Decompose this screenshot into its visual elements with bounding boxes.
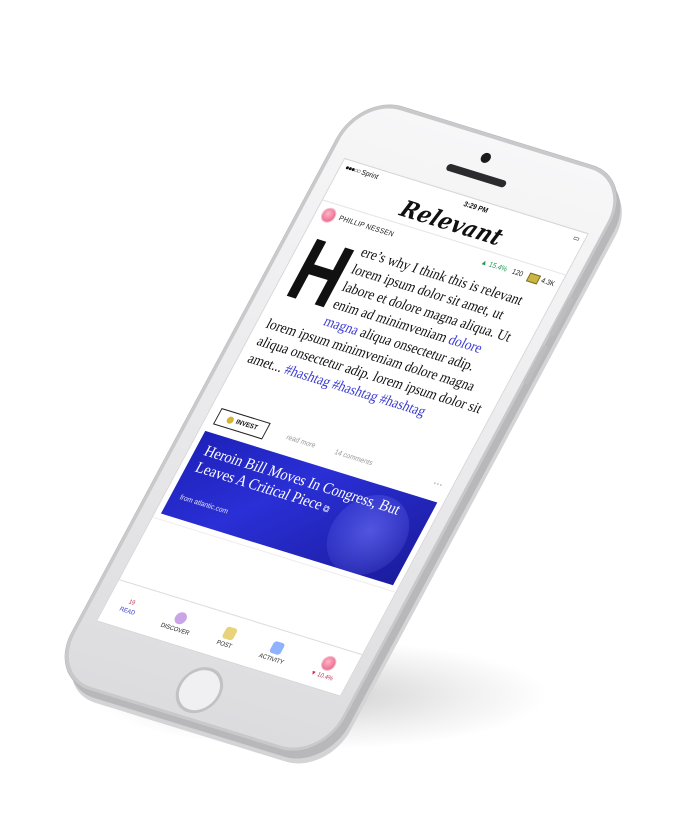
tab-profile[interactable]: ▼ 10.4% [309, 653, 343, 683]
comments-link[interactable]: 14 comments [333, 449, 374, 467]
tab-read-label: READ [118, 606, 137, 617]
tab-activity[interactable]: ACTIVITY [258, 638, 293, 666]
percent-change: ▲ 15.4% [479, 258, 509, 274]
tab-discover-label: DISCOVER [159, 622, 191, 637]
activity-icon [268, 640, 286, 655]
pencil-icon [221, 625, 239, 641]
tab-discover[interactable]: DISCOVER [159, 608, 198, 637]
read-badge: 19 [127, 598, 137, 607]
tab-read[interactable]: 19 READ [118, 597, 141, 617]
tab-post[interactable]: POST [215, 625, 240, 650]
profile-change: ▼ 10.4% [308, 669, 334, 683]
app-screen: ●●●○○ Sprint 3:29 PM ▭ Relevant PHILLIP … [95, 157, 589, 697]
front-camera [478, 151, 493, 165]
phone-body: ●●●○○ Sprint 3:29 PM ▭ Relevant PHILLIP … [48, 94, 634, 762]
volume-button [548, 296, 574, 337]
profile-avatar [317, 654, 339, 673]
volume-button-2 [523, 344, 549, 385]
read-more-link[interactable]: read more [285, 434, 317, 450]
signal-icon: ●●●○○ [343, 163, 362, 176]
tab-post-label: POST [215, 639, 233, 650]
tab-bar: 19 READ DISCOVER POST ACTIVITY ▼ 10.4% [97, 579, 363, 696]
external-link-icon: ⧉ [321, 502, 332, 515]
earpiece-speaker [445, 163, 508, 189]
tab-activity-label: ACTIVITY [257, 652, 285, 666]
more-options-icon[interactable]: ··· [430, 478, 445, 491]
cash-value: 4.3K [525, 272, 556, 289]
coin-icon [225, 415, 236, 425]
cash-amount: 4.3K [539, 277, 556, 289]
relevance-count: 120 [510, 268, 525, 279]
home-button[interactable] [167, 661, 232, 719]
battery-icon: ▭ [571, 234, 581, 244]
link-card-source: from atlantic.com [178, 494, 230, 516]
carrier-name: Sprint [359, 168, 380, 181]
invest-label: INVEST [234, 418, 259, 432]
discover-icon [172, 610, 190, 626]
money-icon [525, 272, 541, 285]
